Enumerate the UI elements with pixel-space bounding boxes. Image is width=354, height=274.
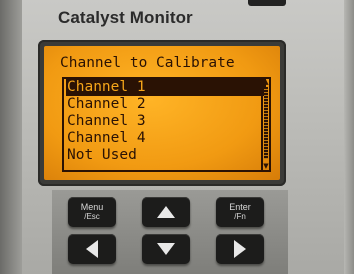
list-scrollbar[interactable]: ▲ ▼ bbox=[261, 79, 269, 170]
esc-label: /Esc bbox=[84, 212, 100, 221]
arrow-right-icon bbox=[234, 240, 246, 258]
left-button[interactable] bbox=[68, 234, 116, 264]
menu-label: Menu bbox=[80, 202, 104, 212]
device-left-edge bbox=[0, 0, 22, 274]
scroll-up-icon[interactable]: ▲ bbox=[263, 79, 269, 86]
down-button[interactable] bbox=[142, 234, 190, 264]
enter-fn-button[interactable]: Enter /Fn bbox=[216, 197, 264, 227]
list-item-channel-1[interactable]: Channel 1 bbox=[66, 79, 266, 96]
scroll-down-icon[interactable]: ▼ bbox=[263, 163, 269, 170]
list-item-channel-2[interactable]: Channel 2 bbox=[66, 96, 266, 113]
scroll-thumb[interactable] bbox=[264, 87, 268, 159]
arrow-left-icon bbox=[86, 240, 98, 258]
arrow-down-icon bbox=[157, 243, 175, 255]
device-title: Catalyst Monitor bbox=[58, 8, 193, 27]
device-top-clip bbox=[248, 0, 286, 6]
channel-list: Channel 1 Channel 2 Channel 3 Channel 4 … bbox=[62, 77, 271, 172]
list-item-channel-3[interactable]: Channel 3 bbox=[66, 113, 266, 130]
up-button[interactable] bbox=[142, 197, 190, 227]
list-item-channel-4[interactable]: Channel 4 bbox=[66, 130, 266, 147]
arrow-up-icon bbox=[157, 206, 175, 218]
screen-heading: Channel to Calibrate bbox=[60, 55, 235, 71]
right-button[interactable] bbox=[216, 234, 264, 264]
enter-label: Enter bbox=[229, 202, 251, 212]
menu-esc-button[interactable]: Menu /Esc bbox=[68, 197, 116, 227]
fn-label: /Fn bbox=[234, 212, 246, 221]
device-right-edge bbox=[344, 0, 354, 274]
list-item-not-used[interactable]: Not Used bbox=[66, 147, 266, 164]
